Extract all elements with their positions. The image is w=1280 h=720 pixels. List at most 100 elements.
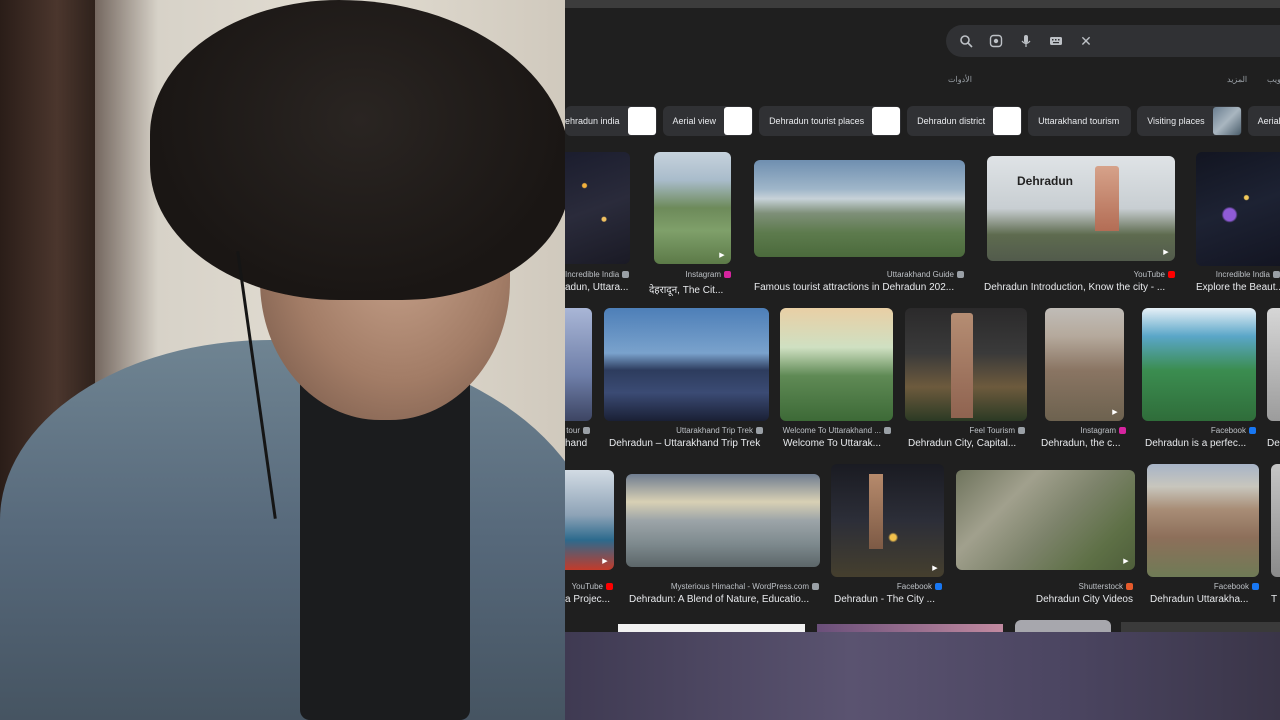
result-source: Uttarakhand Guide [887, 270, 964, 279]
favicon [1249, 427, 1256, 434]
chip-visiting-places[interactable]: Visiting places [1137, 106, 1242, 136]
result-thumbnail[interactable] [1196, 152, 1280, 266]
result-thumbnail[interactable] [565, 152, 630, 264]
keyboard-icon[interactable] [1046, 31, 1066, 51]
clock-tower [1095, 166, 1119, 231]
search-icon[interactable] [956, 31, 976, 51]
image-result[interactable]: ▶ Instagram Dehradun, the c... [1040, 308, 1130, 450]
result-thumbnail[interactable] [1271, 464, 1280, 577]
result-title[interactable]: Dehradun – Uttarakhand Trip Trek [609, 438, 774, 449]
result-thumbnail[interactable] [565, 308, 592, 421]
result-title[interactable]: T [1271, 594, 1280, 605]
result-title[interactable]: Dehradun - The City ... [834, 594, 944, 605]
result-title[interactable]: Dehradun Introduction, Know the city - .… [984, 282, 1179, 293]
result-source: tour [566, 426, 590, 435]
result-thumbnail[interactable]: ▶ [1045, 308, 1124, 421]
image-result[interactable]: Mysterious Himachal - WordPress.com Dehr… [626, 464, 821, 606]
google-images-page: ✕ الأدوات المزيد ويب ehradun india Aeria… [565, 0, 1280, 720]
result-thumbnail[interactable] [1147, 464, 1259, 577]
result-title[interactable]: देहरादून, The Cit... [649, 282, 739, 296]
image-result[interactable]: T [1271, 464, 1280, 606]
webcam-overlay [0, 0, 565, 720]
chip-dehradun-tourist-places[interactable]: Dehradun tourist places [759, 106, 902, 136]
person-tshirt [300, 380, 470, 720]
image-result[interactable]: ▶ Facebook Dehradun - The City ... [831, 464, 944, 606]
image-result[interactable]: ▶ YouTube a Projec... [565, 464, 615, 606]
result-thumbnail[interactable] [626, 474, 820, 567]
image-result[interactable]: De [1267, 308, 1280, 450]
lens-icon[interactable] [986, 31, 1006, 51]
image-result[interactable]: Incredible India adun, Uttara... [565, 152, 630, 294]
result-title[interactable]: Dehradun City, Capital... [908, 438, 1030, 449]
result-thumbnail[interactable] [754, 160, 965, 257]
result-source: YouTube [572, 582, 613, 591]
image-result[interactable]: tour hand [565, 308, 592, 450]
result-title[interactable]: Famous tourist attractions in Dehradun 2… [754, 282, 964, 293]
result-thumbnail[interactable] [604, 308, 769, 421]
result-title[interactable]: hand [565, 438, 592, 449]
image-result[interactable]: Welcome To Uttarakhand ... Welcome To Ut… [780, 308, 893, 450]
more-menu[interactable]: المزيد [1227, 75, 1247, 84]
search-bar[interactable]: ✕ [946, 25, 1280, 57]
chip-aerial-view[interactable]: Aerial view [662, 106, 754, 136]
filters-row: الأدوات المزيد ويب [565, 72, 1280, 88]
chip-dehradun-india[interactable]: ehradun india [565, 106, 657, 136]
result-title[interactable]: adun, Uttara... [565, 282, 630, 293]
result-title[interactable]: Explore the Beaut... [1196, 282, 1280, 293]
result-thumbnail[interactable] [905, 308, 1027, 421]
mic-icon[interactable] [1016, 31, 1036, 51]
result-source: Mysterious Himachal - WordPress.com [671, 582, 819, 591]
image-result[interactable]: Incredible India Explore the Beaut... [1195, 152, 1280, 294]
result-thumbnail[interactable]: ▶ [831, 464, 944, 577]
intro-text-overlay: Dehradun [1017, 174, 1074, 188]
result-title[interactable]: Welcome To Uttarak... [783, 438, 893, 449]
favicon [884, 427, 891, 434]
web-tab[interactable]: ويب [1267, 75, 1280, 84]
play-icon: ▶ [1123, 558, 1129, 565]
result-thumbnail[interactable] [1142, 308, 1256, 421]
result-source: Facebook [1214, 582, 1259, 591]
result-source: Instagram [1080, 426, 1126, 435]
result-source: YouTube [1134, 270, 1175, 279]
result-title[interactable]: Dehradun, the c... [1041, 438, 1130, 449]
result-thumbnail[interactable] [780, 308, 893, 421]
result-title[interactable]: Dehradun: A Blend of Nature, Educatio... [629, 594, 821, 605]
result-thumbnail[interactable]: ▶ [956, 470, 1135, 570]
result-thumbnail[interactable] [1267, 308, 1280, 421]
play-icon: ▶ [602, 558, 608, 565]
tools-menu[interactable]: الأدوات [948, 75, 972, 84]
image-result[interactable]: ▶ Shutterstock Dehradun City Videos [956, 464, 1135, 606]
image-result[interactable]: Uttarakhand Trip Trek Dehradun – Uttarak… [604, 308, 769, 450]
next-row-thumbnail [817, 624, 1003, 632]
result-title[interactable]: Dehradun Uttarakha... [1150, 594, 1259, 605]
image-result[interactable]: Feel Tourism Dehradun City, Capital... [905, 308, 1027, 450]
favicon [1018, 427, 1025, 434]
result-thumbnail[interactable]: ▶ [565, 470, 614, 570]
image-result[interactable]: Dehradun ▶ YouTube Dehradun Introduction… [984, 152, 1179, 294]
image-result[interactable]: Uttarakhand Guide Famous tourist attract… [754, 152, 965, 294]
result-title[interactable]: Dehradun is a perfec... [1145, 438, 1256, 449]
close-icon[interactable]: ✕ [1076, 31, 1096, 51]
image-result[interactable]: ▶ Instagram देहरादून, The Cit... [649, 152, 739, 296]
result-source: Uttarakhand Trip Trek [676, 426, 763, 435]
chip-uttarakhand-tourism[interactable]: Uttarakhand tourism [1028, 106, 1132, 136]
chip-aerial[interactable]: Aerial [1247, 106, 1280, 136]
result-thumbnail[interactable]: ▶ [654, 152, 731, 264]
chip-thumbnail [993, 107, 1022, 135]
result-title[interactable]: Dehradun City Videos [954, 594, 1133, 605]
result-source: Incredible India [1216, 270, 1280, 279]
play-icon: ▶ [932, 565, 938, 572]
image-result[interactable]: Facebook Dehradun is a perfec... [1142, 308, 1256, 450]
favicon [1273, 271, 1280, 278]
favicon [583, 427, 590, 434]
result-title[interactable]: De [1267, 438, 1280, 449]
favicon [1126, 583, 1133, 590]
result-thumbnail[interactable]: Dehradun ▶ [987, 156, 1175, 261]
image-result[interactable]: Facebook Dehradun Uttarakha... [1147, 464, 1259, 606]
clock-tower [951, 313, 973, 418]
chip-thumbnail [724, 107, 753, 135]
favicon [756, 427, 763, 434]
clock-tower [869, 474, 883, 549]
chip-dehradun-district[interactable]: Dehradun district [907, 106, 1023, 136]
result-title[interactable]: a Projec... [565, 594, 615, 605]
